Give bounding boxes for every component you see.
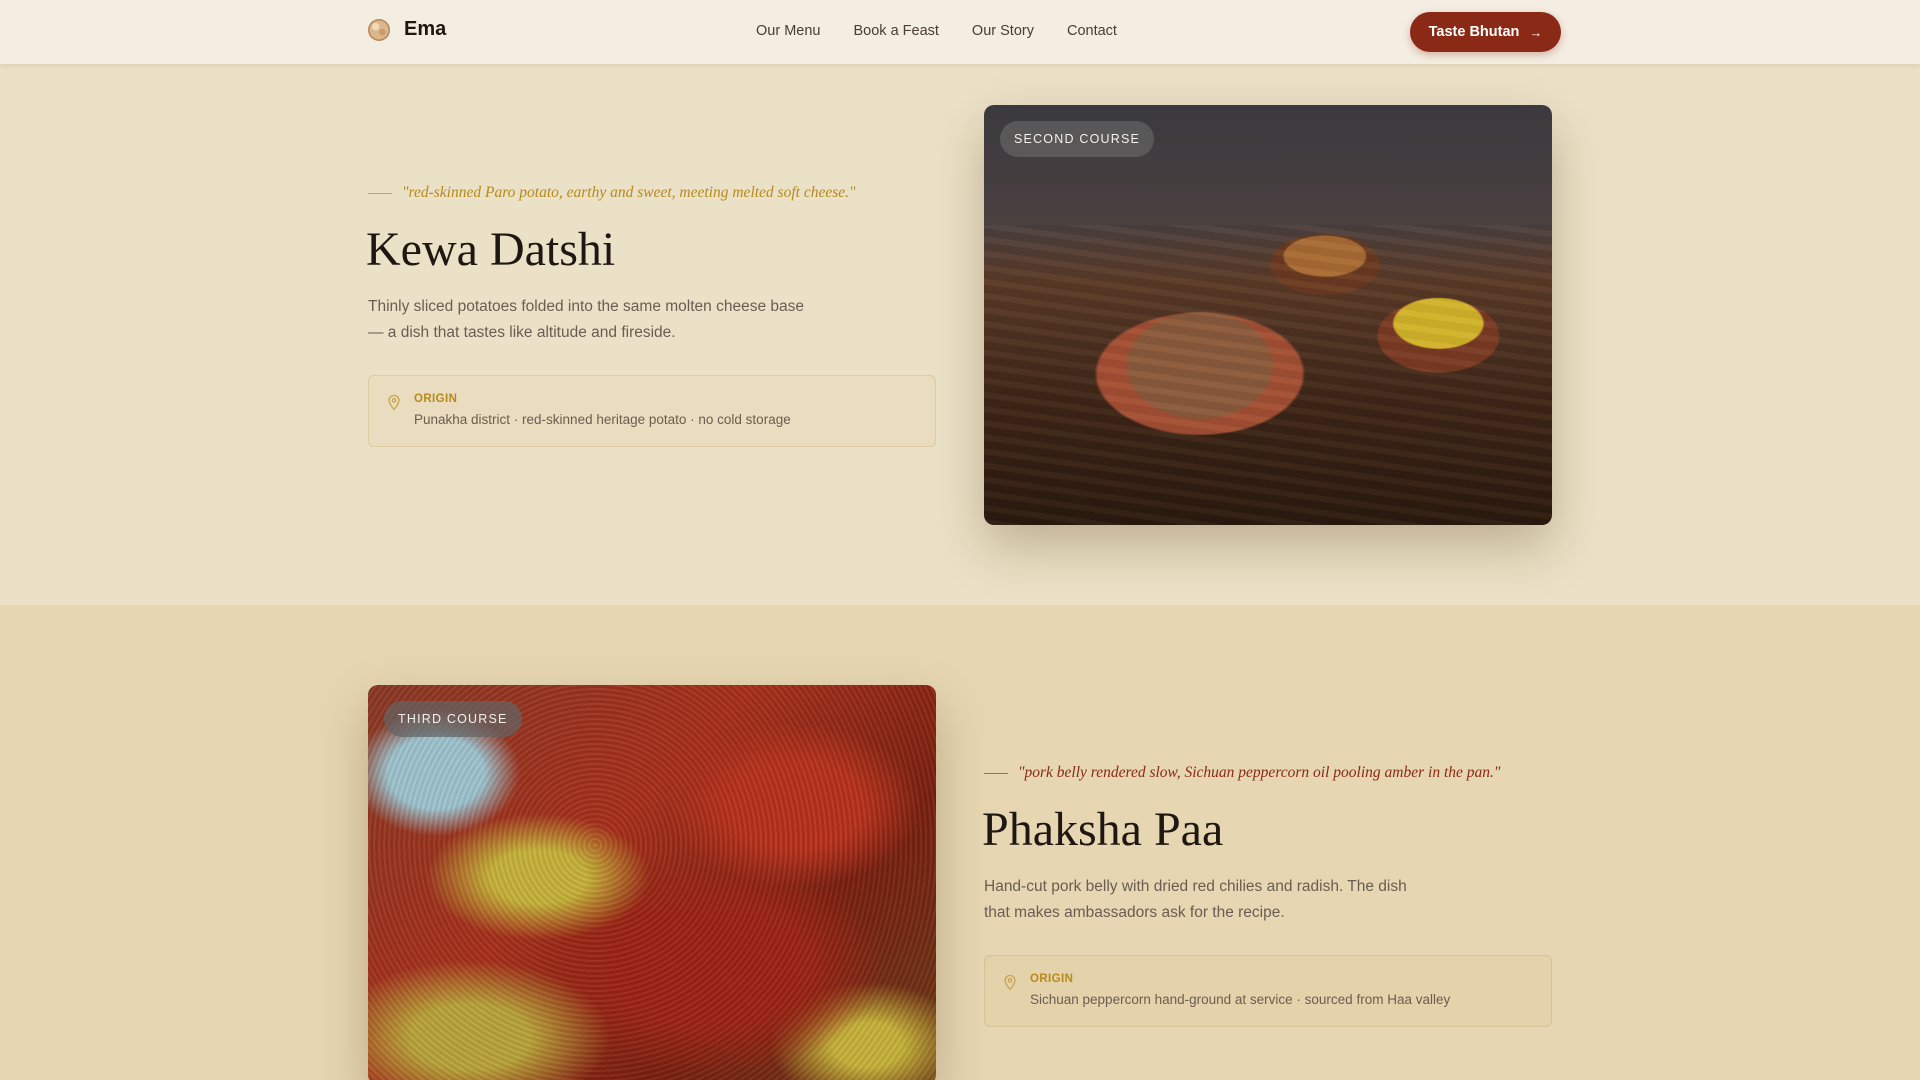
dish-description: Thinly sliced potatoes folded into the s… (368, 298, 804, 341)
photo-texture (984, 225, 1552, 525)
arrow-right-icon: → (1529, 24, 1543, 40)
origin-value: Sichuan peppercorn hand-ground at servic… (1030, 992, 1451, 1007)
dish-photo: THIRD COURSE (368, 685, 936, 1080)
dish-quote-text: "pork belly rendered slow, Sichuan peppe… (1018, 764, 1501, 781)
origin-value: Punakha district · red-skinned heritage … (414, 412, 791, 427)
course-badge: SECOND COURSE (1000, 121, 1155, 157)
quote-rule (984, 772, 1008, 774)
dish-quote: "red-skinned Paro potato, earthy and swe… (368, 184, 856, 202)
course-badge: THIRD COURSE (384, 701, 522, 737)
dish-quote-text: "red-skinned Paro potato, earthy and swe… (402, 184, 856, 201)
site-header: Ema Our Menu Book a Feast Our Story Cont… (0, 0, 1920, 64)
origin-label: ORIGIN (414, 393, 458, 405)
quote-rule (368, 192, 392, 194)
brand[interactable]: Ema (368, 18, 446, 41)
location-pin-icon (388, 394, 400, 411)
cta-label: Taste Bhutan (1428, 24, 1520, 40)
nav-our-menu[interactable]: Our Menu (756, 23, 820, 39)
main-nav: Our Menu Book a Feast Our Story Contact (756, 23, 1117, 39)
brand-name: Ema (404, 18, 447, 40)
spice-disc-icon (368, 18, 390, 41)
dish-photo: SECOND COURSE (984, 105, 1552, 525)
nav-book-a-feast[interactable]: Book a Feast (853, 23, 938, 39)
taste-bhutan-button[interactable]: Taste Bhutan → (1410, 12, 1561, 52)
dish-description: Hand-cut pork belly with dried red chili… (984, 878, 1407, 921)
nav-our-story[interactable]: Our Story (972, 23, 1034, 39)
photo-texture (368, 685, 936, 1080)
dish-title: Kewa Datshi (366, 223, 616, 276)
dish-section-phaksha-paa (0, 605, 1920, 1080)
dish-title: Phaksha Paa (982, 803, 1224, 856)
origin-card: ORIGIN Sichuan peppercorn hand-ground at… (984, 955, 1552, 1027)
origin-card: ORIGIN Punakha district · red-skinned he… (368, 375, 936, 447)
dish-quote: "pork belly rendered slow, Sichuan peppe… (984, 764, 1500, 782)
nav-contact[interactable]: Contact (1067, 23, 1117, 39)
origin-label: ORIGIN (1030, 973, 1074, 985)
dish-section-kewa-datshi (0, 64, 1920, 605)
location-pin-icon (1004, 974, 1016, 991)
